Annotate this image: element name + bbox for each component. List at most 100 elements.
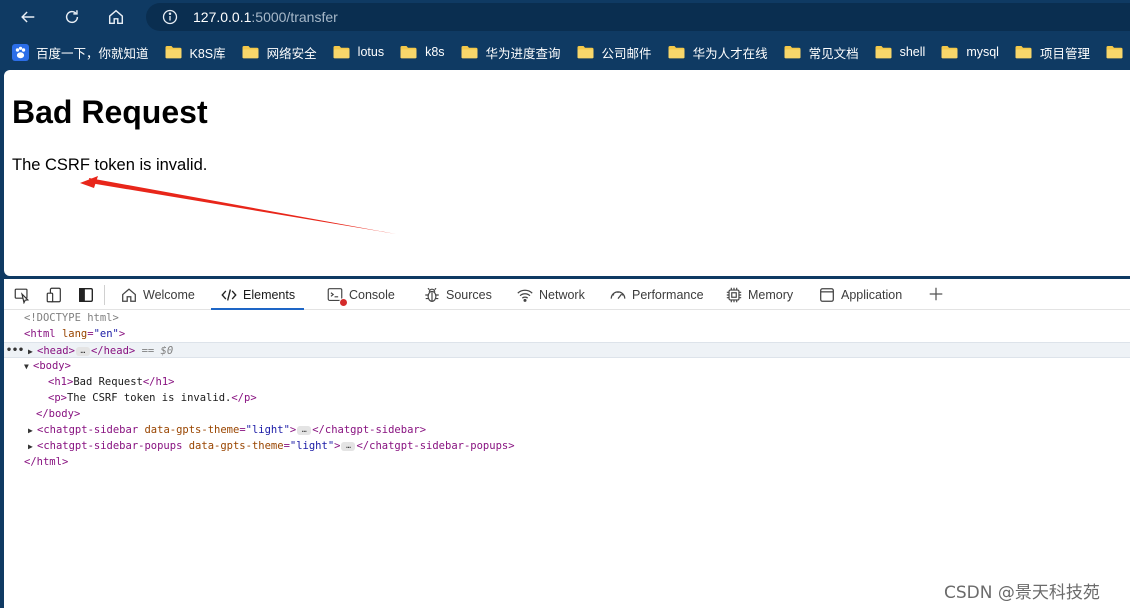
attr-name: data-gpts-theme <box>188 440 284 452</box>
bookmark-label: 华为进度查询 <box>485 46 561 61</box>
folder-icon <box>165 46 182 59</box>
arrow-left-icon <box>21 11 35 23</box>
bookmark-folder[interactable]: lotus <box>333 38 384 66</box>
attr-name: data-gpts-theme <box>144 424 240 436</box>
expand-triangle-icon[interactable]: ▶ <box>28 439 37 455</box>
back-button[interactable] <box>15 5 41 29</box>
tag-name: head <box>43 345 69 357</box>
tab-elements[interactable]: Elements <box>211 279 305 310</box>
tag-name: h1 <box>54 376 67 388</box>
bookmark-folder[interactable]: mysql <box>941 38 999 66</box>
folder-icon <box>668 46 685 59</box>
folder-icon <box>400 46 417 59</box>
tab-label: Sources <box>446 287 492 302</box>
dom-tree[interactable]: <!DOCTYPE html> <html lang="en"> ••• ▶ <h… <box>4 310 1130 608</box>
bookmark-folder[interactable]: 常见文档 <box>784 38 859 66</box>
tab-label: Network <box>539 287 585 302</box>
tab-label: Welcome <box>143 287 195 302</box>
dock-side-button[interactable] <box>76 285 96 305</box>
add-tool-button[interactable] <box>926 285 946 305</box>
devtools-toolbar: Welcome Elements Console Sources Network… <box>4 279 1130 310</box>
error-badge-icon <box>339 297 348 307</box>
chip-icon <box>725 286 743 304</box>
bookmark-baidu[interactable]: 百度一下，你就知道 <box>12 38 149 66</box>
tab-memory[interactable]: Memory <box>725 279 793 310</box>
dom-node-chatgpt-sidebar-popups[interactable]: ▶ <chatgpt-sidebar-popups data-gpts-theme… <box>4 438 1130 454</box>
bookmark-folder[interactable]: 华为人才在线 <box>668 38 768 66</box>
bug-icon <box>423 286 441 304</box>
collapsed-ellipsis[interactable]: … <box>75 346 90 356</box>
panel-left-icon <box>79 288 93 302</box>
expand-triangle-icon[interactable]: ▶ <box>28 423 37 439</box>
bookmark-folder[interactable]: k8s <box>400 38 445 66</box>
tab-label: Memory <box>748 287 794 302</box>
dom-node-html[interactable]: <html lang="en"> <box>4 326 1130 342</box>
folder-icon <box>1015 46 1032 59</box>
dom-node-head[interactable]: ••• ▶ <head>… </head> == $0 <box>4 342 1130 358</box>
tab-label: Performance <box>632 287 704 302</box>
tab-performance[interactable]: Performance <box>609 279 704 310</box>
attr-value: "light" <box>289 440 335 452</box>
device-emulation-button[interactable] <box>44 285 64 305</box>
info-icon[interactable] <box>162 9 178 25</box>
tab-console[interactable]: Console <box>326 279 395 310</box>
home-button[interactable] <box>103 5 129 29</box>
address-bar[interactable]: 127.0.0.1:5000/transfer <box>146 3 1130 31</box>
collapsed-ellipsis[interactable]: … <box>341 441 356 451</box>
folder-icon <box>941 46 958 59</box>
tag-name: h1 <box>155 376 169 388</box>
selected-marker: == $0 <box>141 345 174 357</box>
browser-toolbar: 127.0.0.1:5000/transfer <box>0 0 1130 34</box>
dom-node-html-close[interactable]: </html> <box>4 454 1130 470</box>
bookmark-label: 项目管理 <box>1039 46 1090 61</box>
code-icon <box>220 286 238 304</box>
url-text: 127.0.0.1:5000/transfer <box>193 9 338 25</box>
tag-name: chatgpt-sidebar <box>324 424 420 436</box>
devtools-panel: Welcome Elements Console Sources Network… <box>4 279 1130 608</box>
tag-name: chatgpt-sidebar-popups <box>43 440 183 452</box>
bookmark-folder[interactable]: 项目管理 <box>1015 38 1090 66</box>
bookmark-label: 华为人才在线 <box>692 46 768 61</box>
dom-node-p[interactable]: <p>The CSRF token is invalid.</p> <box>4 390 1130 406</box>
attr-name: lang <box>61 328 88 340</box>
tag-name: body <box>48 408 74 420</box>
tab-label: Console <box>349 287 395 302</box>
dom-node-chatgpt-sidebar[interactable]: ▶ <chatgpt-sidebar data-gpts-theme="light… <box>4 422 1130 438</box>
collapsed-ellipsis[interactable]: … <box>297 425 312 435</box>
more-dots-icon[interactable]: ••• <box>6 343 24 359</box>
bookmark-label: 网络安全 <box>266 46 317 61</box>
dom-node-body[interactable]: ▼ <body> <box>4 358 1130 374</box>
bookmark-folder[interactable]: gitlab <box>1106 38 1130 66</box>
bookmark-label: k8s <box>425 45 445 59</box>
dom-node-h1[interactable]: <h1>Bad Request</h1> <box>4 374 1130 390</box>
folder-icon <box>461 46 478 59</box>
refresh-icon <box>65 10 79 24</box>
attr-value: "en" <box>93 328 119 340</box>
bookmark-label: 百度一下，你就知道 <box>36 46 149 61</box>
tab-sources[interactable]: Sources <box>423 279 492 310</box>
folder-icon <box>875 46 892 59</box>
wifi-icon <box>516 286 534 304</box>
tag-name: html <box>30 328 56 340</box>
dom-node-body-close[interactable]: </body> <box>4 406 1130 422</box>
bookmark-label: K8S库 <box>189 46 226 61</box>
collapse-triangle-icon[interactable]: ▼ <box>24 359 33 375</box>
tab-network[interactable]: Network <box>516 279 585 310</box>
plus-icon <box>929 287 943 301</box>
bookmark-folder[interactable]: shell <box>875 38 925 66</box>
dom-node-doctype[interactable]: <!DOCTYPE html> <box>4 310 1130 326</box>
tab-application[interactable]: Application <box>818 279 902 310</box>
bookmark-folder[interactable]: 公司邮件 <box>577 38 652 66</box>
bookmark-folder[interactable]: 网络安全 <box>242 38 317 66</box>
refresh-button[interactable] <box>59 5 85 29</box>
folder-icon <box>242 46 259 59</box>
url-host: 127.0.0.1 <box>193 9 252 25</box>
console-icon <box>326 286 348 307</box>
folder-icon <box>333 46 350 59</box>
tab-welcome[interactable]: Welcome <box>120 279 195 310</box>
url-path: :5000/transfer <box>251 9 338 25</box>
inspect-cursor-icon <box>14 288 30 304</box>
inspect-element-button[interactable] <box>12 285 32 305</box>
bookmark-folder[interactable]: K8S库 <box>165 38 226 66</box>
bookmark-folder[interactable]: 华为进度查询 <box>461 38 561 66</box>
